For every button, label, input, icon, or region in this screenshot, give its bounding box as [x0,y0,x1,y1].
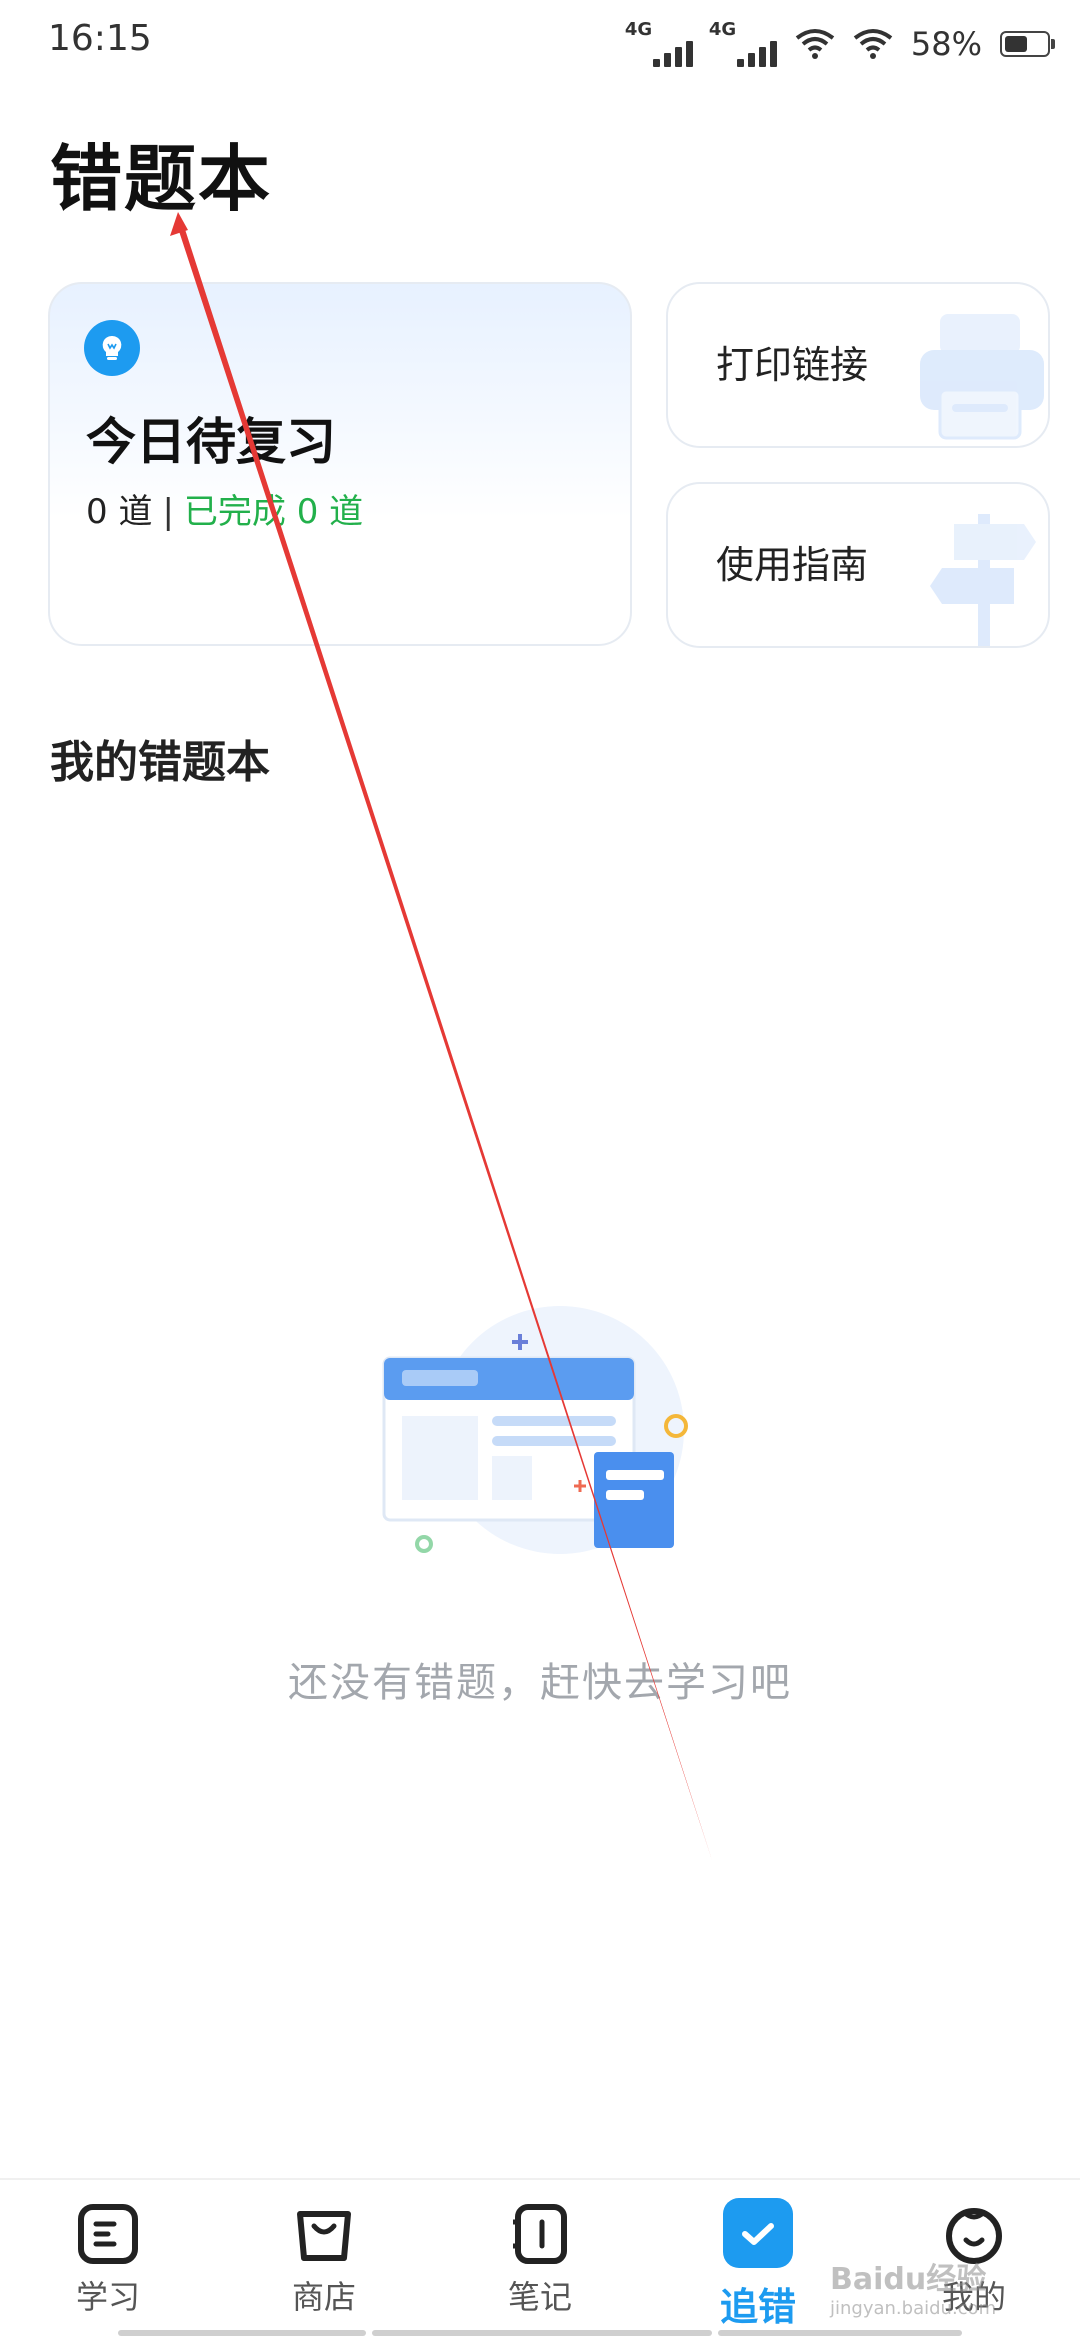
user-guide-card[interactable]: 使用指南 [666,482,1050,648]
notebook-icon [510,2204,570,2264]
wifi-icon [853,29,893,59]
signal-1-icon: 4G [625,19,693,67]
nav-label: 学习 [75,2278,140,2316]
nav-item-shop[interactable]: 商店 [254,2204,394,2334]
print-link-label: 打印链接 [716,343,869,387]
signal-2-icon: 4G [709,19,777,67]
nav-label: 商店 [291,2278,356,2316]
page-title: 错题本 [50,137,273,221]
completed-count: 已完成 0 道 [183,492,364,532]
empty-notebook-illustration [382,1306,688,1554]
pending-count: 0 道 [86,492,153,532]
nav-item-notes[interactable]: 笔记 [470,2204,610,2334]
status-time: 16:15 [48,18,152,59]
nav-item-study[interactable]: 学习 [38,2204,178,2334]
signpost-icon [930,514,1036,646]
lightbulb-icon [84,320,140,376]
nav-label: 笔记 [507,2278,572,2316]
wifi-plus-icon [795,29,835,59]
stats-separator: | [162,492,174,532]
empty-state-text: 还没有错题，赶快去学习吧 [288,1660,792,1706]
gesture-bars [118,2330,962,2336]
baidu-watermark: Baidu经验 jingyan.baidu.com [830,2262,997,2319]
nav-item-track-errors[interactable]: 追错 [688,2198,828,2334]
status-icons: 4G 4G 58% [625,19,1055,67]
check-icon [723,2198,793,2268]
shop-bag-icon [294,2204,354,2264]
section-title: 我的错题本 [50,737,270,788]
user-guide-label: 使用指南 [716,543,869,587]
review-title: 今日待复习 [86,413,336,471]
today-review-card[interactable]: 今日待复习 0 道 | 已完成 0 道 [48,282,632,646]
nav-label: 追错 [719,2285,796,2329]
battery-icon [1000,31,1055,57]
study-icon [78,2204,138,2264]
printer-icon [920,314,1044,440]
battery-percent: 58% [910,25,982,63]
print-link-card[interactable]: 打印链接 [666,282,1050,448]
review-stats: 0 道 | 已完成 0 道 [86,484,363,533]
